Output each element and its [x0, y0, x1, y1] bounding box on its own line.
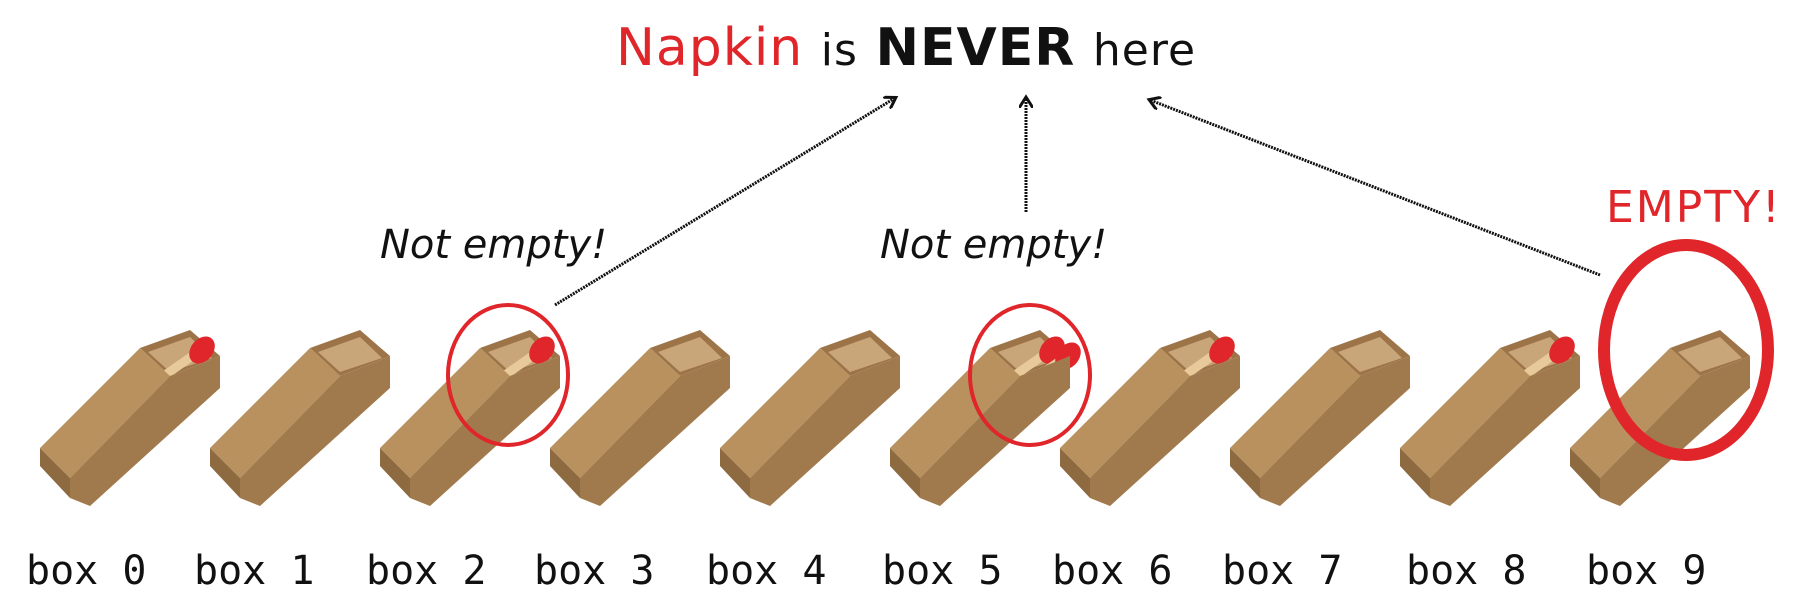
box-label: box 3	[534, 548, 655, 594]
empty-label-box9: EMPTY!	[1606, 182, 1782, 233]
matchbox	[720, 330, 900, 506]
box-label: box 1	[194, 548, 315, 594]
not-empty-label-box5: Not empty!	[880, 222, 1108, 268]
box-label: box 8	[1406, 548, 1527, 594]
box-label: box 2	[366, 548, 487, 594]
box-label: box 7	[1222, 548, 1343, 594]
boxes-layer	[40, 330, 1750, 506]
matchbox	[380, 330, 560, 506]
matchbox	[550, 330, 730, 506]
box-label: box 5	[882, 548, 1003, 594]
diagram-art	[40, 0, 1774, 506]
box-label: box 4	[706, 548, 827, 594]
matchbox	[890, 330, 1081, 506]
matchbox	[1570, 330, 1750, 506]
box-label: box 9	[1586, 548, 1707, 594]
arrow-box2-to-title	[554, 98, 895, 307]
arrow-box9-to-title	[1150, 100, 1601, 277]
matchbox	[1400, 330, 1580, 506]
box-label: box 6	[1052, 548, 1173, 594]
diagram-canvas: Napkin is NEVER here Not empty! Not empt…	[0, 0, 1812, 616]
matchbox	[1230, 330, 1410, 506]
not-empty-label-box2: Not empty!	[380, 222, 608, 268]
box-label: box 0	[26, 548, 147, 594]
matchbox	[210, 330, 390, 506]
matchbox	[40, 330, 220, 506]
